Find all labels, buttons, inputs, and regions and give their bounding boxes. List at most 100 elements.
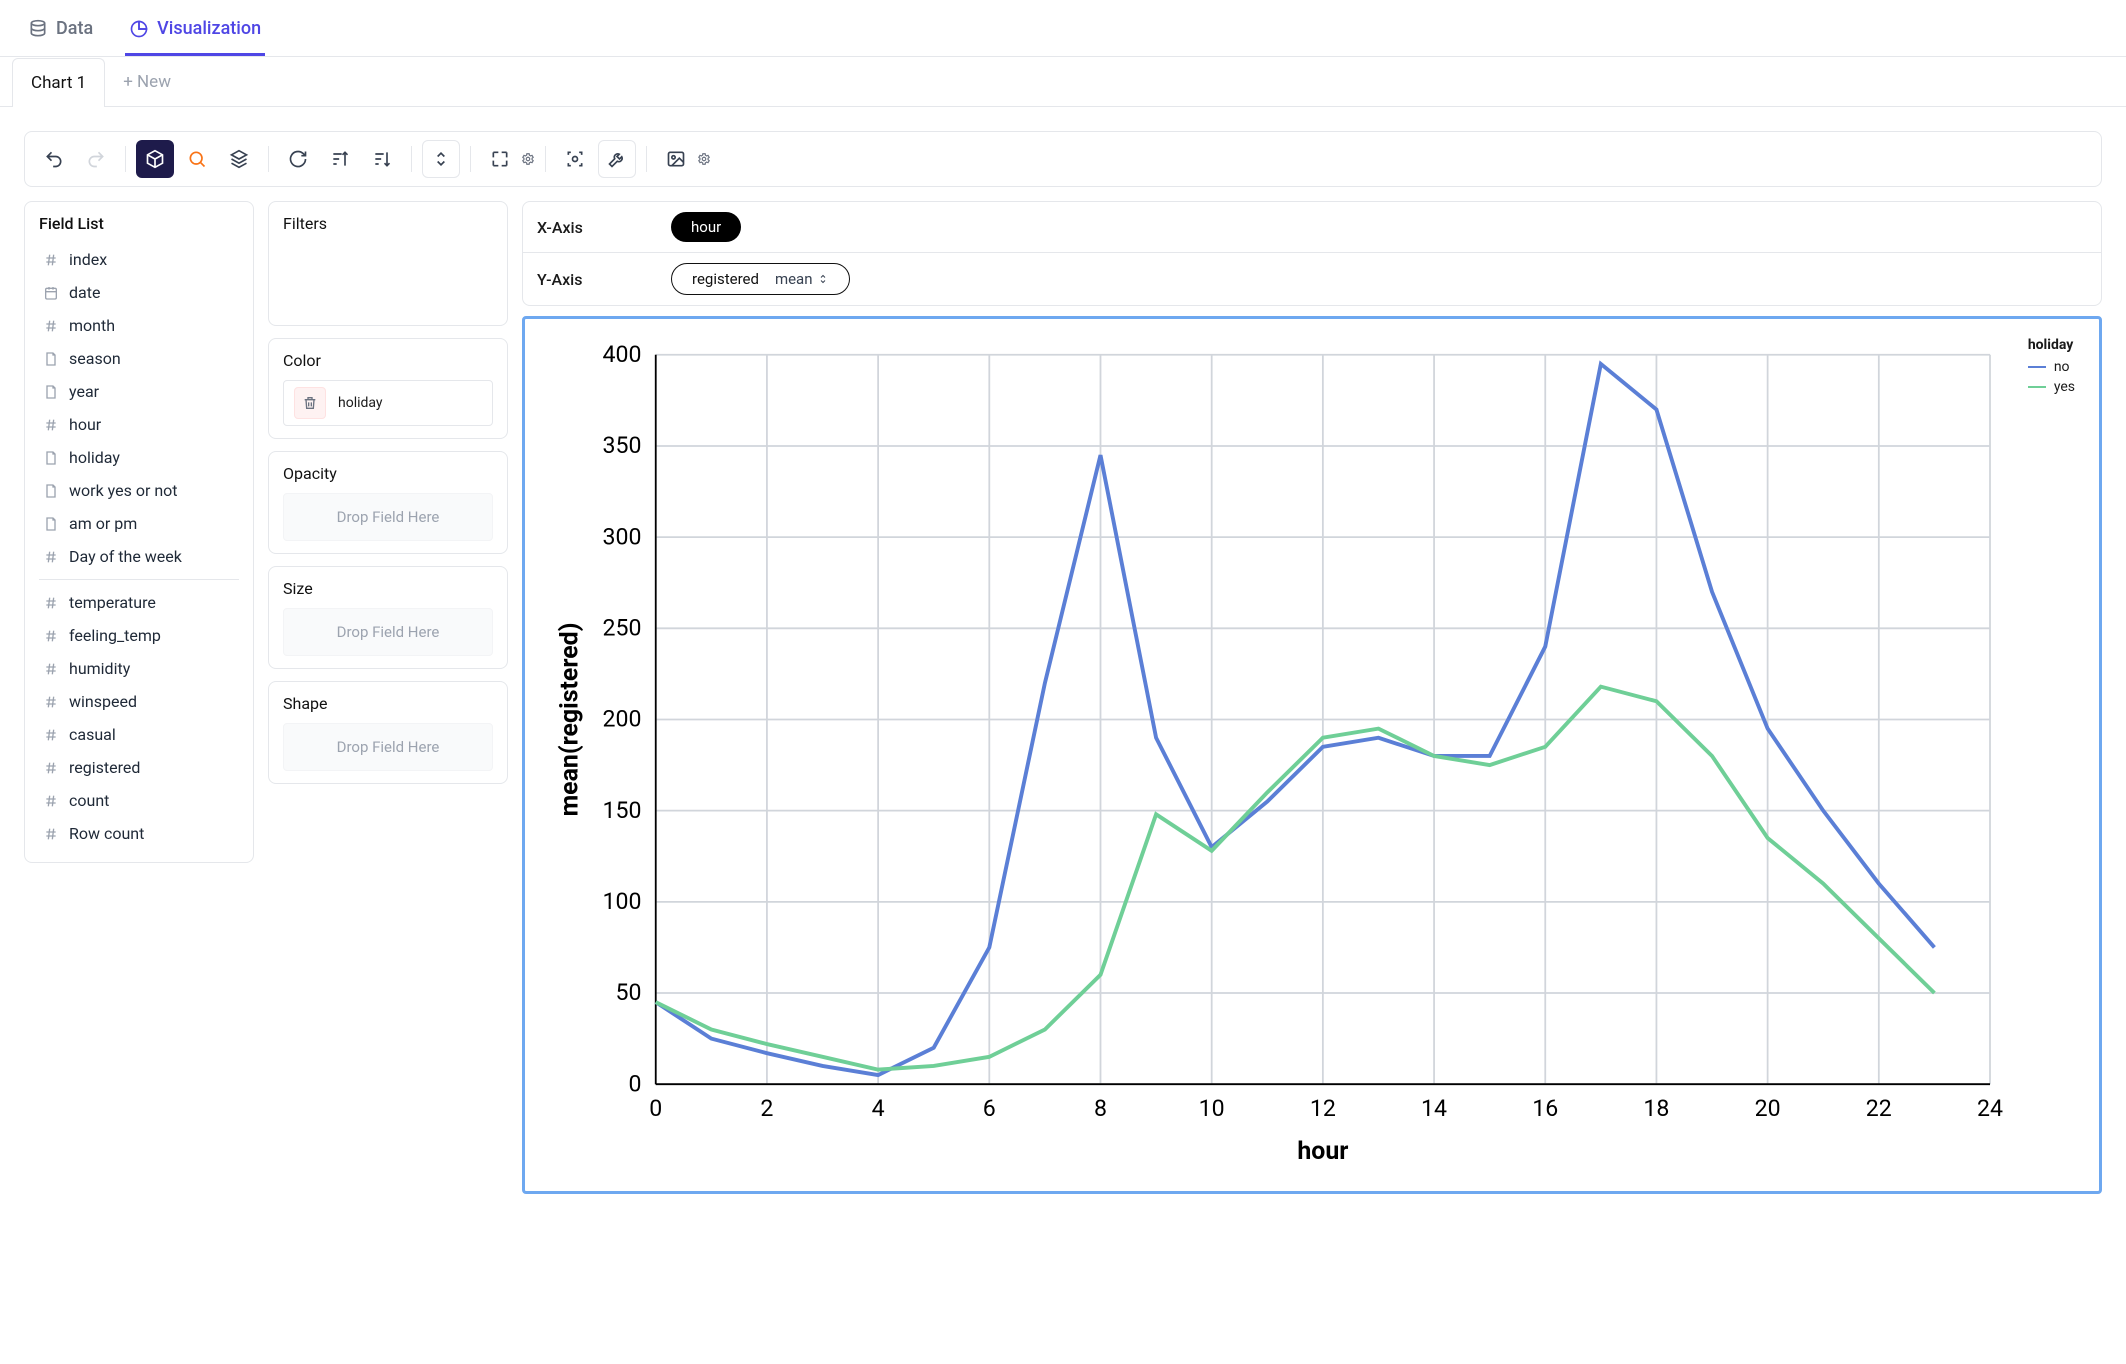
svg-text:10: 10 [1199, 1095, 1225, 1122]
sort-asc-button[interactable] [321, 140, 359, 178]
sort-desc-icon [372, 149, 392, 169]
field-list-panel: Field List index date month season year hour h… [24, 201, 254, 863]
add-chart-button[interactable]: + New [115, 58, 179, 106]
size-panel: Size Drop Field Here [268, 566, 508, 669]
trash-icon [302, 395, 318, 411]
field-item[interactable]: casual [39, 718, 239, 751]
color-field-chip[interactable]: holiday [283, 380, 493, 426]
scan-button[interactable] [556, 140, 594, 178]
toolbar-separator [545, 146, 546, 172]
toolbar-separator [470, 146, 471, 172]
field-label: casual [69, 725, 116, 744]
remove-color-button[interactable] [294, 387, 326, 419]
refresh-button[interactable] [279, 140, 317, 178]
field-item[interactable]: registered [39, 751, 239, 784]
legend-swatch [2028, 386, 2046, 388]
legend-item[interactable]: no [2028, 359, 2075, 375]
field-item[interactable]: humidity [39, 652, 239, 685]
field-label: month [69, 316, 115, 335]
line-chart-svg: 0501001502002503003504000246810121416182… [549, 337, 2008, 1173]
field-item[interactable]: Day of the week [39, 540, 239, 573]
x-axis-label: X-Axis [537, 218, 647, 237]
shape-drop-zone[interactable]: Drop Field Here [283, 723, 493, 771]
tab-visualization[interactable]: Visualization [125, 10, 265, 56]
field-item[interactable]: feeling_temp [39, 619, 239, 652]
x-axis-row: X-Axis hour [523, 202, 2101, 252]
x-axis-field-pill[interactable]: hour [671, 212, 741, 242]
opacity-drop-zone[interactable]: Drop Field Here [283, 493, 493, 541]
field-item[interactable]: date [39, 276, 239, 309]
svg-text:250: 250 [603, 614, 642, 641]
redo-button[interactable] [77, 140, 115, 178]
size-drop-zone[interactable]: Drop Field Here [283, 608, 493, 656]
gear-icon[interactable] [521, 152, 535, 166]
field-label: am or pm [69, 514, 137, 533]
field-label: Row count [69, 824, 144, 843]
filters-drop-zone[interactable] [283, 243, 493, 313]
undo-button[interactable] [35, 140, 73, 178]
svg-text:350: 350 [603, 432, 642, 459]
expand-y-button[interactable] [422, 140, 460, 178]
field-label: season [69, 349, 121, 368]
svg-text:100: 100 [603, 888, 642, 915]
field-item[interactable]: work yes or not [39, 474, 239, 507]
field-item[interactable]: Row count [39, 817, 239, 850]
legend-title: holiday [2028, 337, 2075, 353]
sort-desc-button[interactable] [363, 140, 401, 178]
field-item[interactable]: count [39, 784, 239, 817]
cube-button[interactable] [136, 140, 174, 178]
layers-button[interactable] [220, 140, 258, 178]
encodings-column: Filters Color holiday Opacity Drop Field… [268, 201, 508, 784]
fullscreen-button[interactable] [481, 140, 519, 178]
tab-data[interactable]: Data [24, 10, 97, 56]
field-item[interactable]: winspeed [39, 685, 239, 718]
svg-text:mean(registered): mean(registered) [555, 623, 584, 817]
legend-swatch [2028, 366, 2046, 368]
sort-asc-icon [330, 149, 350, 169]
svg-text:14: 14 [1421, 1095, 1447, 1122]
field-item[interactable]: hour [39, 408, 239, 441]
y-axis-row: Y-Axis registered mean [523, 252, 2101, 305]
field-item[interactable]: index [39, 243, 239, 276]
size-title: Size [283, 579, 493, 598]
image-button[interactable] [657, 140, 695, 178]
filters-title: Filters [283, 214, 493, 233]
filters-panel: Filters [268, 201, 508, 326]
field-label: hour [69, 415, 101, 434]
y-axis-field-pill[interactable]: registered mean [671, 263, 850, 295]
search-button[interactable] [178, 140, 216, 178]
toolbar-separator [646, 146, 647, 172]
y-axis-agg[interactable]: mean [775, 270, 829, 288]
field-item[interactable]: holiday [39, 441, 239, 474]
field-label: work yes or not [69, 481, 178, 500]
refresh-icon [288, 149, 308, 169]
top-tabs: Data Visualization [0, 0, 2126, 57]
field-item[interactable]: season [39, 342, 239, 375]
undo-icon [44, 149, 64, 169]
field-label: humidity [69, 659, 130, 678]
field-item[interactable]: am or pm [39, 507, 239, 540]
database-icon [28, 19, 48, 39]
field-item[interactable]: year [39, 375, 239, 408]
chart-plot[interactable]: 0501001502002503003504000246810121416182… [549, 337, 2008, 1177]
field-label: count [69, 791, 109, 810]
gear-icon[interactable] [697, 152, 711, 166]
svg-text:300: 300 [603, 523, 642, 550]
wrench-button[interactable] [598, 140, 636, 178]
svg-text:8: 8 [1094, 1095, 1107, 1122]
field-label: date [69, 283, 100, 302]
field-item[interactable]: temperature [39, 586, 239, 619]
opacity-title: Opacity [283, 464, 493, 483]
redo-icon [86, 149, 106, 169]
toolbar-separator [268, 146, 269, 172]
x-axis-field: hour [691, 218, 721, 236]
toolbar-separator [125, 146, 126, 172]
layers-icon [229, 149, 249, 169]
field-label: index [69, 250, 107, 269]
field-list-title: Field List [39, 214, 239, 233]
svg-text:0: 0 [649, 1095, 662, 1122]
field-item[interactable]: month [39, 309, 239, 342]
svg-text:22: 22 [1866, 1095, 1892, 1122]
legend-item[interactable]: yes [2028, 379, 2075, 395]
tab-chart-1[interactable]: Chart 1 [12, 58, 105, 107]
